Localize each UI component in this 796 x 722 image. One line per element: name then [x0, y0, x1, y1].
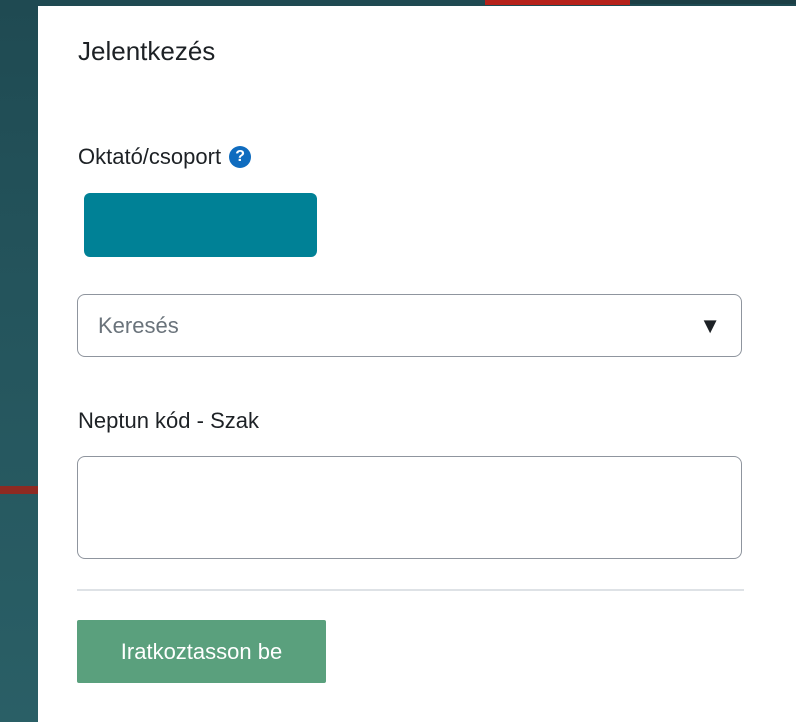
instructor-group-button[interactable]	[84, 193, 317, 257]
background-accent-left	[0, 486, 40, 494]
divider	[77, 589, 744, 591]
background-accent-red	[485, 0, 630, 5]
caret-down-icon[interactable]: ▼	[699, 313, 721, 339]
instructor-group-label-row: Oktató/csoport ?	[78, 144, 252, 170]
background-accent-dark	[630, 0, 796, 4]
neptun-code-label: Neptun kód - Szak	[78, 408, 259, 433]
instructor-group-label: Oktató/csoport	[78, 144, 222, 169]
enrol-button[interactable]: Iratkoztasson be	[77, 620, 326, 683]
help-icon[interactable]: ?	[229, 146, 252, 168]
search-select[interactable]: Keresés ▼	[77, 294, 742, 357]
neptun-code-field[interactable]	[77, 456, 742, 559]
page-title: Jelentkezés	[78, 36, 216, 66]
enrol-panel: Jelentkezés Oktató/csoport ? Keresés ▼ N…	[38, 6, 796, 722]
search-placeholder: Keresés	[98, 312, 179, 338]
